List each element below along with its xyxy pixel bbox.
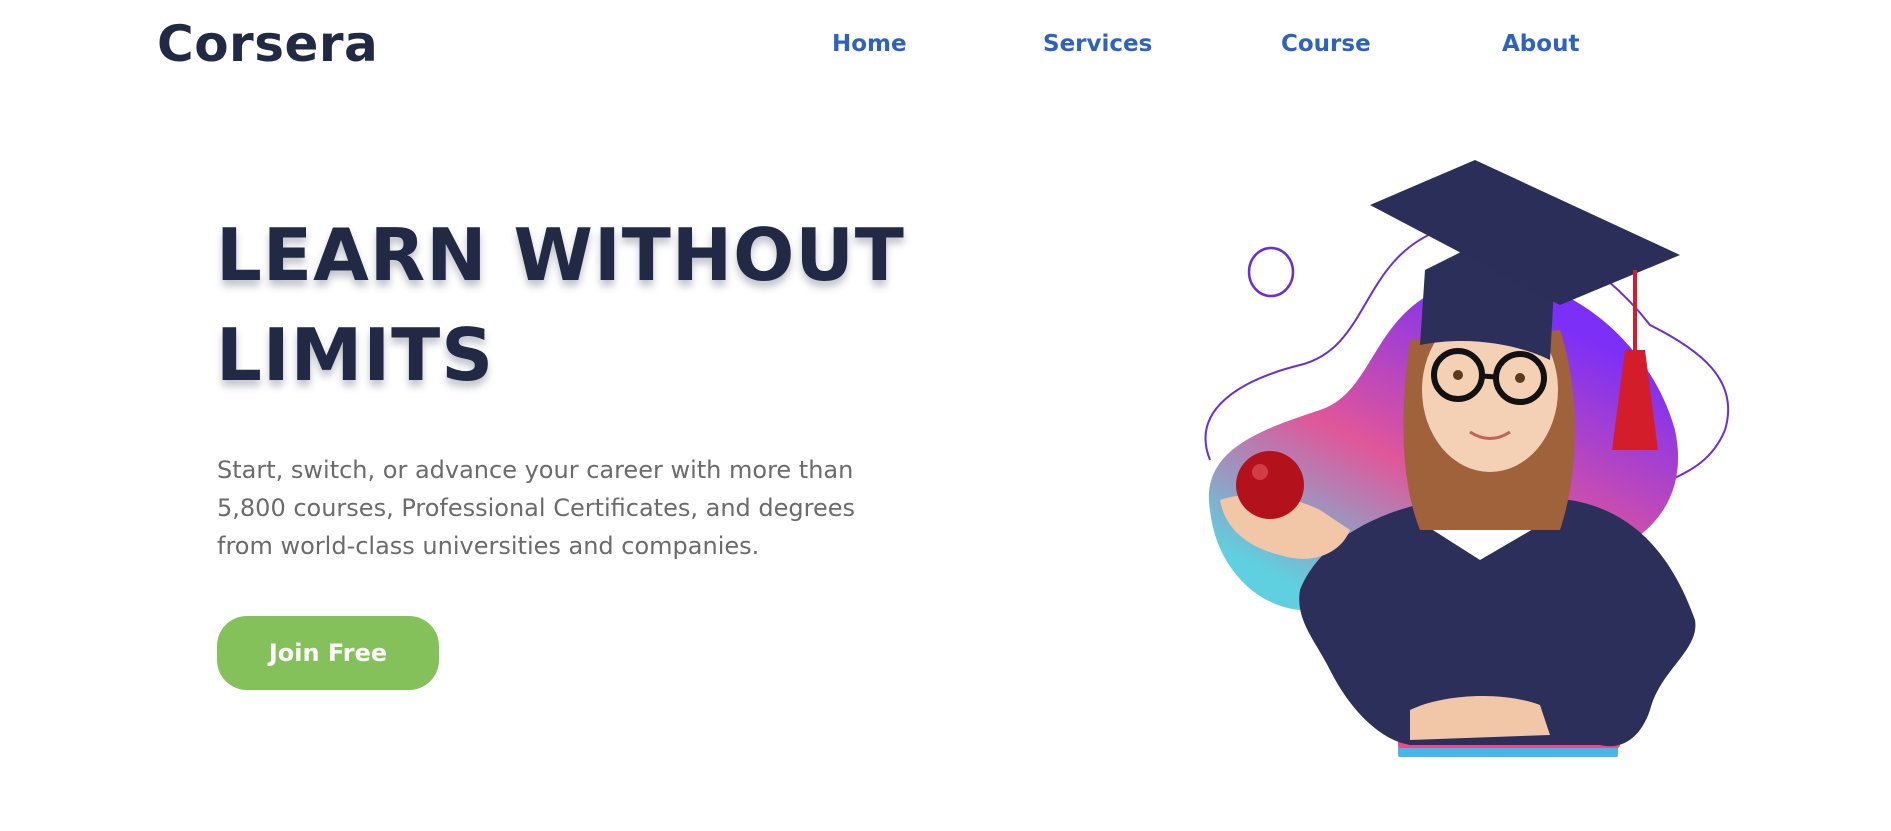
hero-title: LEARN WITHOUT LIMITS [216,205,956,405]
hero-title-line-1: LEARN WITHOUT [216,213,905,297]
nav-about[interactable]: About [1502,28,1579,60]
nav-services[interactable]: Services [1043,28,1152,60]
join-free-button[interactable]: Join Free [217,616,439,690]
hero-description: Start, switch, or advance your career wi… [217,456,856,560]
nav-home[interactable]: Home [832,28,907,60]
girl-graduate-with-apple-icon [1204,160,1730,757]
main-nav: Home Services Course About [0,28,1891,60]
hero-illustration [1180,150,1750,770]
hero-title-line-2: LIMITS [216,313,495,397]
nav-course[interactable]: Course [1281,28,1371,60]
landing-page: Corsera Home Services Course About LEARN… [0,0,1891,831]
